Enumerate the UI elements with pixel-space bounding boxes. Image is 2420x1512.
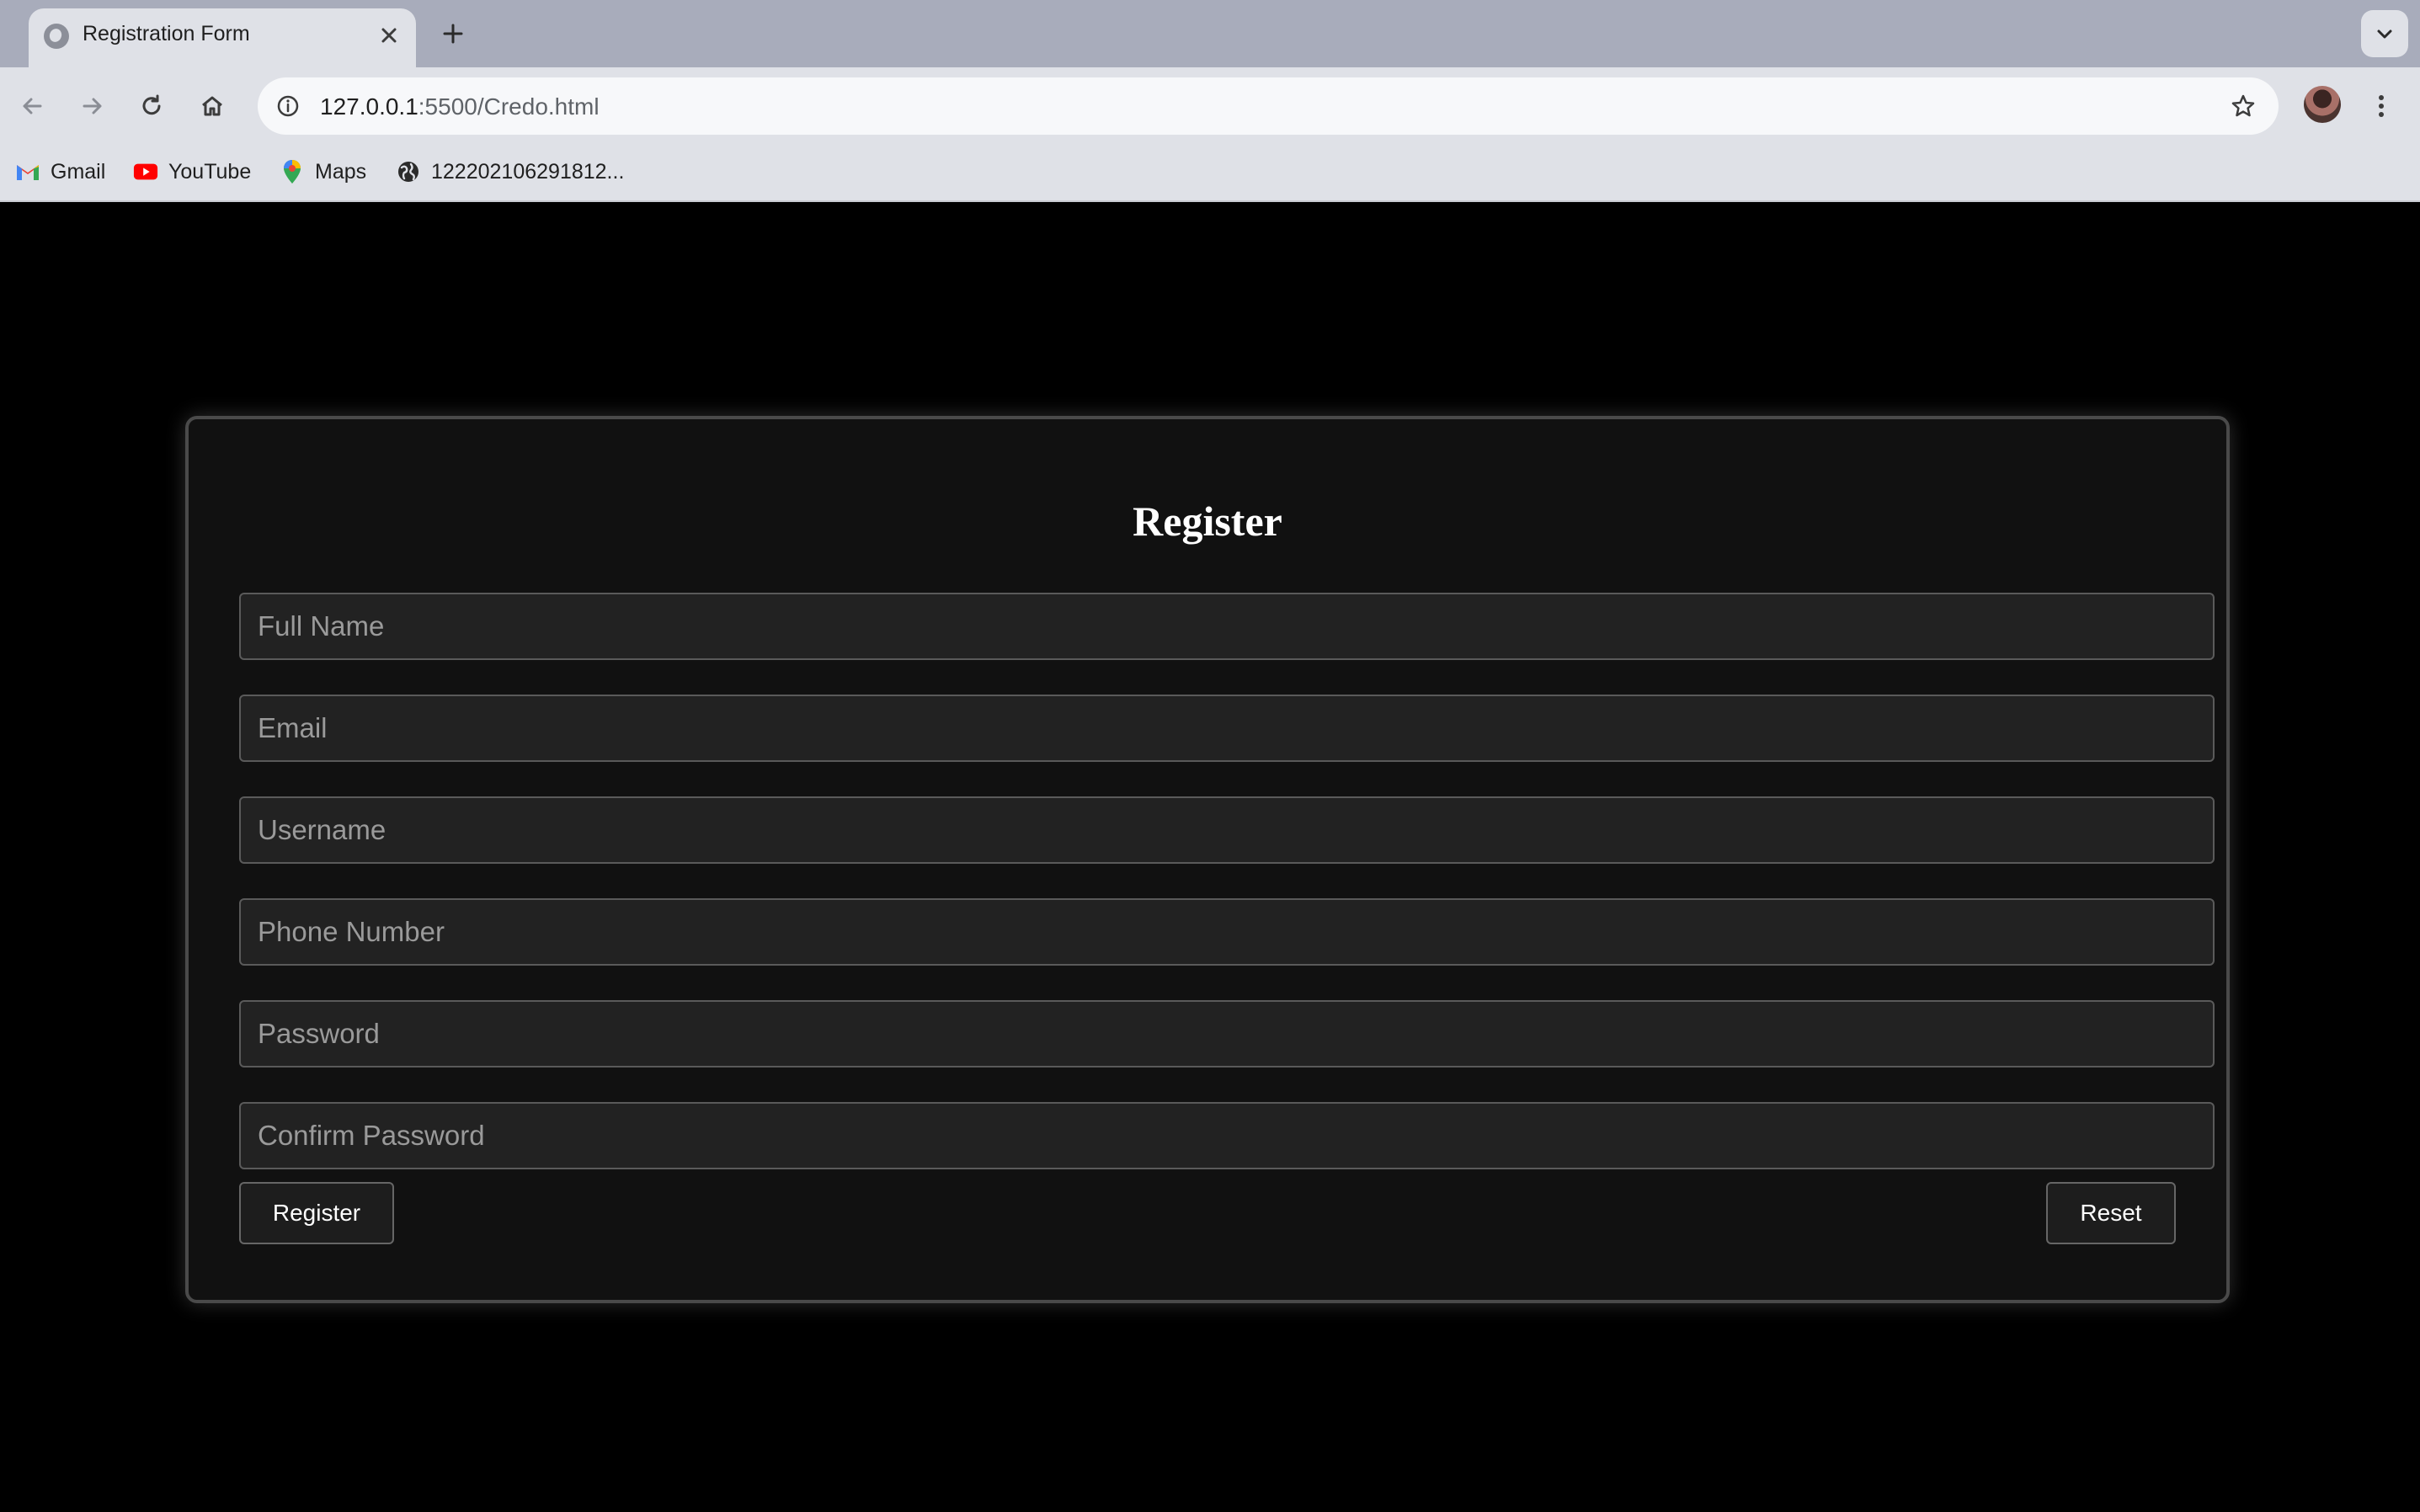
url-text: 127.0.0.1:5500/Credo.html <box>320 93 600 120</box>
reload-icon <box>142 94 161 115</box>
bookmark-label: Gmail <box>51 159 106 184</box>
globe-icon <box>396 159 421 184</box>
close-icon <box>381 28 397 43</box>
chevron-down-icon <box>2377 29 2392 39</box>
reset-button[interactable]: Reset <box>2046 1182 2176 1244</box>
gmail-icon <box>15 159 40 184</box>
url-host: 127.0.0.1 <box>320 93 418 120</box>
bookmark-label: Maps <box>315 159 367 184</box>
more-vertical-icon <box>2379 95 2384 117</box>
bookmark-gmail[interactable]: Gmail <box>15 155 105 189</box>
youtube-icon <box>133 159 158 184</box>
home-button[interactable] <box>190 84 234 128</box>
browser-tab[interactable]: Registration Form <box>29 8 416 67</box>
page-content: Register Register Reset <box>0 202 2420 1512</box>
arrow-left-icon <box>23 98 42 114</box>
arrow-right-icon <box>83 98 102 114</box>
url-path: :5500/Credo.html <box>418 93 600 120</box>
star-icon <box>2231 94 2255 117</box>
back-button[interactable] <box>10 84 54 128</box>
toolbar: 127.0.0.1:5500/Credo.html <box>0 67 2420 145</box>
registration-card: Register Register Reset <box>185 416 2230 1303</box>
forward-button[interactable] <box>71 84 115 128</box>
site-info-icon[interactable] <box>268 86 308 126</box>
bookmark-label: YouTube <box>168 159 252 184</box>
home-icon <box>202 96 222 116</box>
reload-button[interactable] <box>130 84 173 128</box>
password-input[interactable] <box>239 1000 2215 1067</box>
tab-search-button[interactable] <box>2361 10 2408 57</box>
tab-title: Registration Form <box>83 22 250 45</box>
form-title: Register <box>1133 498 1282 545</box>
email-input[interactable] <box>239 695 2215 762</box>
close-tab-button[interactable] <box>374 20 404 51</box>
phone-number-input[interactable] <box>239 898 2215 966</box>
bookmark-maps[interactable]: Maps <box>280 155 366 189</box>
username-input[interactable] <box>239 796 2215 864</box>
browser-chrome: Registration Form 127.0.0.1:5500/Credo.h… <box>0 0 2420 202</box>
maps-icon <box>280 159 305 184</box>
bookmark-label: 122202106291812... <box>431 159 625 184</box>
address-bar[interactable]: 127.0.0.1:5500/Credo.html <box>258 77 2279 135</box>
tab-strip: Registration Form <box>0 0 2420 67</box>
browser-menu-button[interactable] <box>2364 84 2398 128</box>
confirm-password-input[interactable] <box>239 1102 2215 1169</box>
bookmarks-bar: Gmail YouTube Maps 122202106291812... <box>0 145 2420 202</box>
plus-icon <box>443 24 463 44</box>
bookmark-site[interactable]: 122202106291812... <box>396 155 624 189</box>
bookmark-youtube[interactable]: YouTube <box>133 155 251 189</box>
new-tab-button[interactable] <box>433 17 473 51</box>
bookmark-star-button[interactable] <box>2223 86 2263 126</box>
profile-avatar[interactable] <box>2304 86 2341 123</box>
full-name-input[interactable] <box>239 593 2215 660</box>
register-button[interactable]: Register <box>239 1182 394 1244</box>
globe-icon <box>44 24 69 49</box>
